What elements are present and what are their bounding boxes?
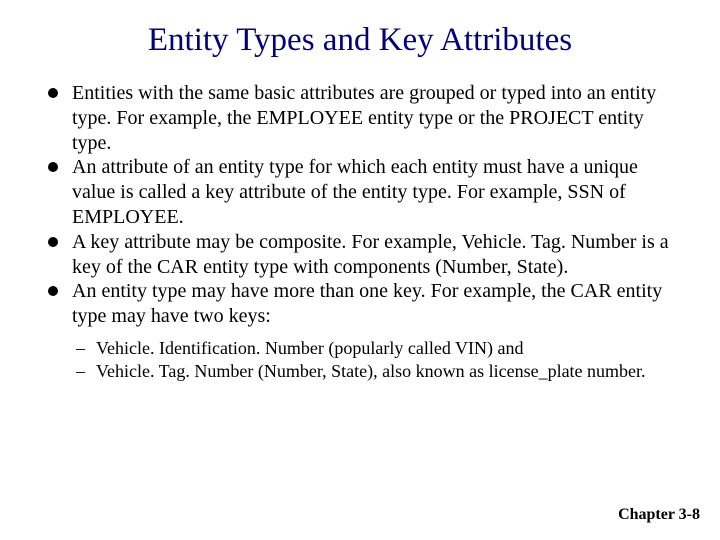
bullet-item: Entities with the same basic attributes … bbox=[42, 81, 680, 155]
bullet-item: An entity type may have more than one ke… bbox=[42, 279, 680, 329]
bullet-list: Entities with the same basic attributes … bbox=[42, 81, 680, 329]
bullet-item: An attribute of an entity type for which… bbox=[42, 155, 680, 229]
footer-chapter: Chapter 3-8 bbox=[618, 506, 700, 524]
slide: Entity Types and Key Attributes Entities… bbox=[0, 0, 720, 540]
sub-bullet-item: Vehicle. Tag. Number (Number, State), al… bbox=[76, 360, 680, 383]
slide-title: Entity Types and Key Attributes bbox=[40, 22, 680, 59]
sub-bullet-list: Vehicle. Identification. Number (popular… bbox=[76, 337, 680, 383]
bullet-item: A key attribute may be composite. For ex… bbox=[42, 230, 680, 280]
sub-bullet-item: Vehicle. Identification. Number (popular… bbox=[76, 337, 680, 360]
